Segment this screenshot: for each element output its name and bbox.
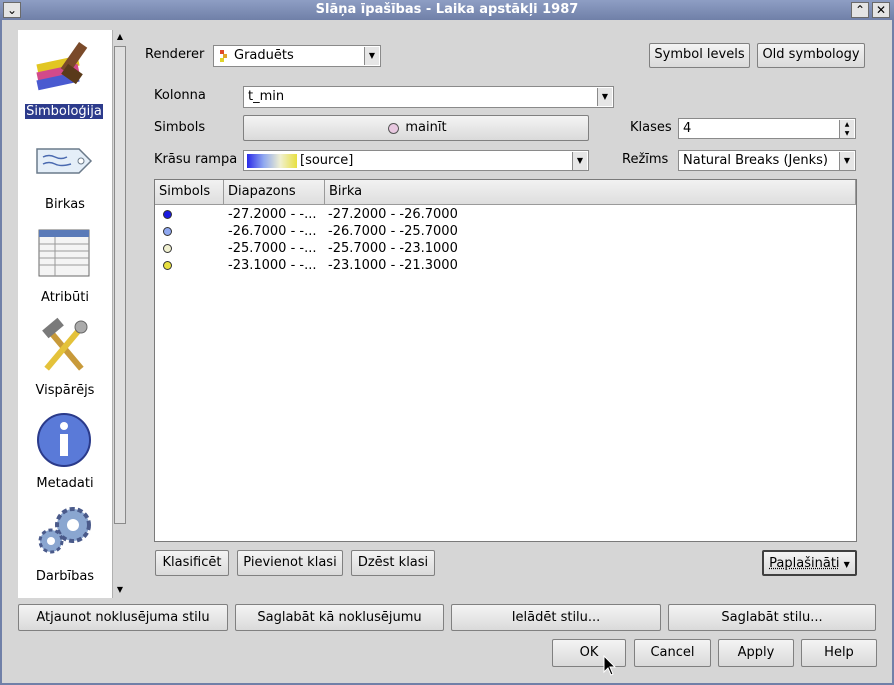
nav-item-attributes[interactable]: Atribūti	[18, 216, 112, 309]
column-header-label[interactable]: Birka	[325, 180, 856, 205]
renderer-value: Graduēts	[234, 48, 294, 63]
nav-item-general[interactable]: Vispārējs	[18, 309, 112, 402]
window-close-button[interactable]: ✕	[872, 2, 890, 18]
apply-button[interactable]: Apply	[718, 639, 794, 667]
window-title-bar: Slāņa īpašības - Laika apstākļi 1987	[0, 0, 894, 20]
help-button[interactable]: Help	[801, 639, 877, 667]
nav-item-labels[interactable]: Birkas	[18, 123, 112, 216]
restore-default-style-button[interactable]: Atjaunot noklusējuma stilu	[18, 604, 228, 631]
spin-down-icon[interactable]: ▼	[839, 129, 854, 138]
nav-item-symbology[interactable]: Simboloģija	[18, 30, 112, 123]
classify-button[interactable]: Klasificēt	[155, 550, 229, 576]
advanced-menu-button[interactable]: Paplašināti ▼	[762, 550, 857, 576]
symbol-label: Simbols	[154, 120, 206, 135]
old-symbology-button[interactable]: Old symbology	[757, 43, 865, 68]
window-maximize-button[interactable]: ⌃	[851, 2, 869, 18]
window-menu-button[interactable]: ⌄	[3, 2, 21, 18]
mode-combobox[interactable]: Natural Breaks (Jenks) ▼	[678, 150, 856, 171]
info-icon	[37, 413, 91, 467]
class-label: -26.7000 - -25.7000	[328, 224, 458, 239]
nav-item-label: Metadati	[36, 476, 94, 491]
class-label: -23.1000 - -21.3000	[328, 258, 458, 273]
chevron-down-icon: ▼	[839, 152, 854, 170]
mode-label: Režīms	[622, 152, 669, 167]
delete-class-button[interactable]: Dzēst klasi	[351, 550, 435, 576]
column-combobox[interactable]: t_min ▼	[243, 86, 614, 108]
nav-item-label: Birkas	[45, 197, 85, 212]
load-style-button[interactable]: Ielādēt stilu...	[451, 604, 661, 631]
mode-value: Natural Breaks (Jenks)	[683, 153, 828, 168]
column-value: t_min	[248, 89, 285, 104]
table-row[interactable]: -26.7000 - -... -26.7000 - -25.7000	[155, 223, 855, 240]
class-color-swatch	[163, 244, 172, 253]
cancel-button[interactable]: Cancel	[634, 639, 711, 667]
table-row[interactable]: -27.2000 - -... -27.2000 - -26.7000	[155, 206, 855, 223]
actions-gear-icon	[38, 507, 91, 554]
window-title: Slāņa īpašības - Laika apstākļi 1987	[315, 2, 579, 17]
mouse-cursor-icon	[603, 655, 617, 676]
renderer-label: Renderer	[145, 47, 205, 62]
nav-item-label: Atribūti	[41, 290, 89, 305]
class-color-swatch	[163, 227, 172, 236]
class-label: -27.2000 - -26.7000	[328, 207, 458, 222]
color-ramp-label: Krāsu rampa	[154, 152, 238, 167]
class-range: -27.2000 - -...	[228, 207, 317, 222]
classes-label: Klases	[630, 120, 672, 135]
class-range: -25.7000 - -...	[228, 241, 317, 256]
properties-nav-list: Simboloģija Birkas Atribūti Vispārējs Me…	[18, 30, 112, 598]
nav-item-label: Simboloģija	[25, 104, 103, 119]
spin-up-icon[interactable]: ▲	[839, 120, 854, 129]
column-header-symbol[interactable]: Simbols	[155, 180, 224, 205]
nav-item-label: Vispārējs	[35, 383, 95, 398]
symbol-levels-button[interactable]: Symbol levels	[649, 43, 750, 68]
color-ramp-preview	[247, 154, 297, 168]
scroll-up-icon[interactable]: ▲	[113, 30, 127, 44]
symbol-preview-icon	[388, 123, 399, 134]
nav-item-label: Darbības	[35, 569, 95, 584]
advanced-label: Paplašināti	[769, 556, 840, 571]
class-range: -23.1000 - -...	[228, 258, 317, 273]
classes-spinbox[interactable]: 4 ▲ ▼	[678, 118, 856, 139]
chevron-up-icon: ⌃	[854, 3, 866, 17]
column-label: Kolonna	[154, 88, 206, 103]
renderer-combobox[interactable]: Graduēts ▼	[213, 45, 381, 67]
column-header-range[interactable]: Diapazons	[224, 180, 325, 205]
class-range: -26.7000 - -...	[228, 224, 317, 239]
chevron-down-icon: ▼	[597, 88, 612, 106]
class-color-swatch	[163, 210, 172, 219]
nav-item-actions[interactable]: Darbības	[18, 495, 112, 588]
class-label: -25.7000 - -23.1000	[328, 241, 458, 256]
change-symbol-button[interactable]: mainīt	[243, 115, 589, 141]
nav-scrollbar[interactable]: ▲ ▼	[112, 30, 127, 598]
save-style-button[interactable]: Saglabāt stilu...	[668, 604, 876, 631]
scroll-down-icon[interactable]: ▼	[113, 583, 127, 597]
color-ramp-value: [source]	[300, 153, 354, 168]
chevron-down-icon: ▼	[364, 47, 379, 65]
attribute-table-icon	[38, 229, 90, 277]
classes-table[interactable]: Simbols Diapazons Birka -27.2000 - -... …	[154, 179, 857, 542]
save-as-default-button[interactable]: Saglabāt kā noklusējumu	[235, 604, 444, 631]
table-row[interactable]: -25.7000 - -... -25.7000 - -23.1000	[155, 240, 855, 257]
general-tools-icon	[42, 317, 88, 371]
graduated-renderer-icon	[220, 50, 227, 62]
classes-value: 4	[683, 121, 692, 136]
label-tag-icon	[36, 148, 93, 174]
table-row[interactable]: -23.1000 - -... -23.1000 - -21.3000	[155, 257, 855, 274]
add-class-button[interactable]: Pievienot klasi	[237, 550, 343, 576]
color-ramp-combobox[interactable]: [source] ▼	[243, 150, 589, 171]
chevron-down-icon: ▼	[843, 560, 850, 569]
nav-item-metadata[interactable]: Metadati	[18, 402, 112, 495]
scrollbar-thumb[interactable]	[114, 46, 126, 524]
close-icon: ✕	[875, 3, 887, 17]
class-color-swatch	[163, 261, 172, 270]
symbology-brush-icon	[36, 42, 88, 91]
chevron-down-icon: ▼	[572, 152, 587, 170]
